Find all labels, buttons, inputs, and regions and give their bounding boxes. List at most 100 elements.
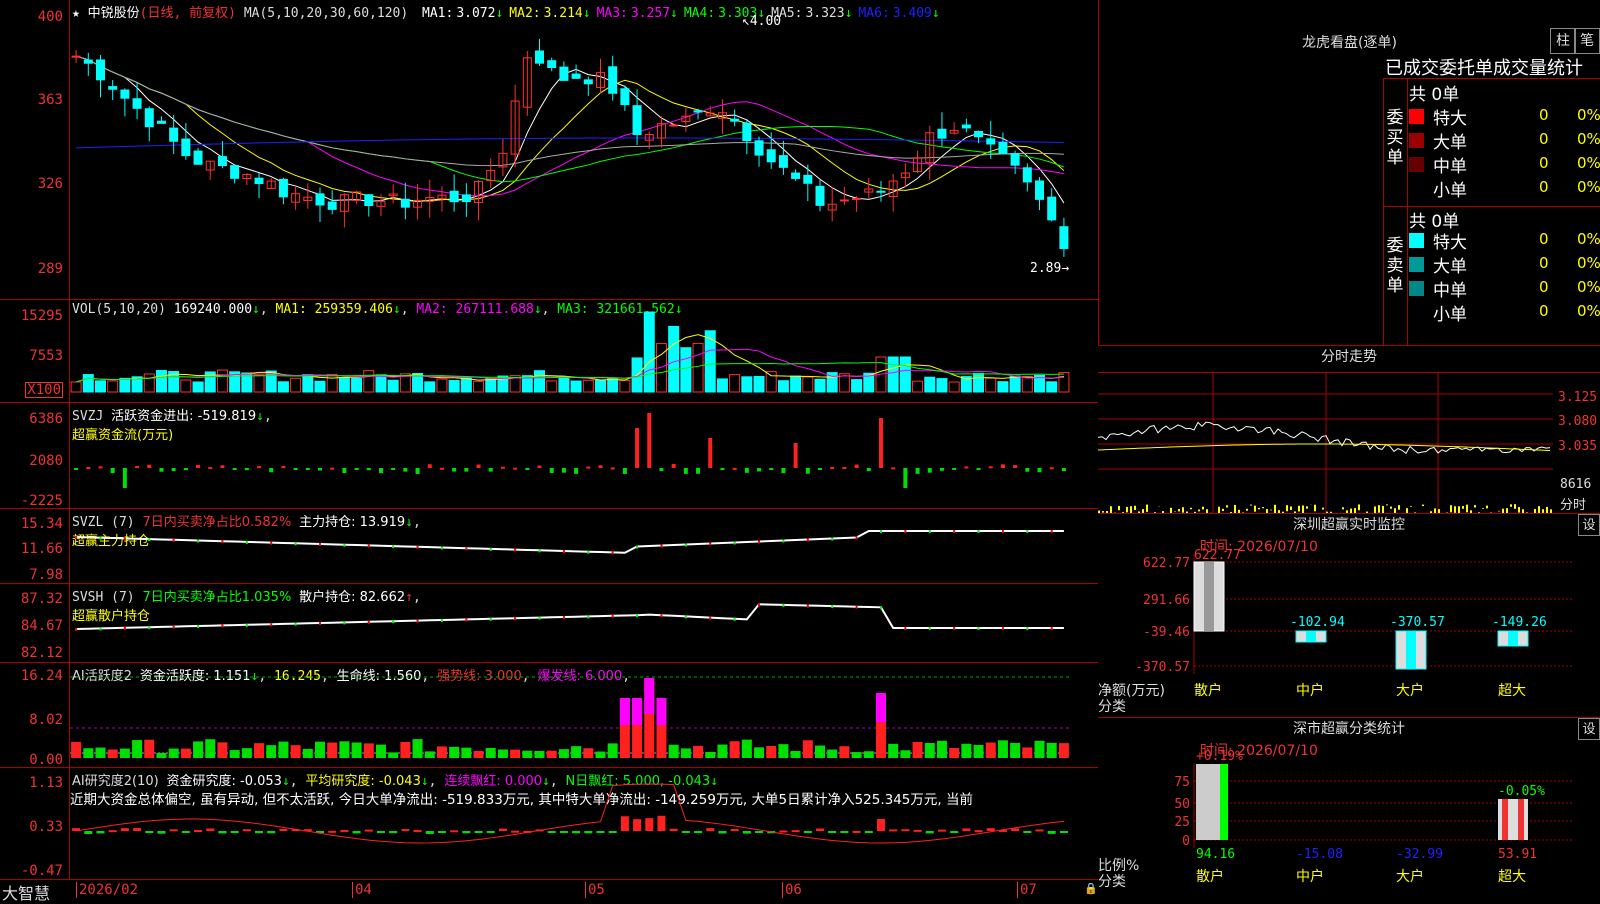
main-force-holding-line[interactable] <box>70 509 1098 584</box>
intraday-panel[interactable]: 分时走势 3.125 3.080 3.035 8616 分时 <box>1098 345 1600 513</box>
money-flow-bars[interactable] <box>70 403 1098 509</box>
classify-panel[interactable]: 深市超赢分类统计 设 时间: 2026/07/10 7550250+0.19%-… <box>1098 717 1600 900</box>
kline-chart[interactable]: ↖4.00 2.89→ <box>70 0 1098 299</box>
activity-bar-top <box>644 678 654 714</box>
activity-bar-top <box>656 698 666 725</box>
candle-body <box>584 80 592 84</box>
activity-bar <box>376 745 386 758</box>
research-bar <box>901 829 909 831</box>
volume-panel[interactable]: 15295 7553 X100 VOL(5,10,20) 169240.000↓… <box>0 300 1098 403</box>
candle-body <box>779 156 787 168</box>
svzj-y-axis: 6386 2080 -2225 <box>0 403 70 508</box>
svzj-panel[interactable]: 6386 2080 -2225 SVZJ 活跃资金进出: -519.819↓, … <box>0 403 1098 509</box>
order-pct: 0% <box>1577 230 1600 248</box>
activity-bar <box>803 740 813 758</box>
ai-research-panel[interactable]: 1.13 0.33 -0.47 AI研究度2(10) 资金研究度: -0.053… <box>0 768 1098 880</box>
x-label: 07 <box>1017 882 1037 898</box>
research-bar <box>450 830 458 832</box>
holding-dot <box>441 619 443 622</box>
monitor-panel[interactable]: 深圳超赢实时监控 设 时间: 2026/07/10 622.77291.66-3… <box>1098 513 1600 717</box>
holding-dot <box>173 626 175 629</box>
classify-category: 中户 <box>1296 868 1324 885</box>
monitor-value: 622.77 <box>1194 548 1241 563</box>
flow-bar <box>574 468 578 474</box>
vol-chart[interactable] <box>70 300 1098 402</box>
candle-body <box>365 195 373 206</box>
ai-activity-chart[interactable] <box>70 663 1098 767</box>
y-label: 25 <box>1174 815 1190 830</box>
volume-bar <box>535 371 545 392</box>
activity-bar-top <box>876 693 886 722</box>
volume-bar <box>559 378 569 392</box>
research-bar <box>853 831 861 833</box>
holding-dot <box>880 606 882 609</box>
net-amount-chart[interactable]: 622.77291.66-39.46-370.57622.77散户-102.94… <box>1098 514 1600 718</box>
classify-category: 大户 <box>1396 868 1424 885</box>
volume-bar <box>925 377 935 392</box>
flow-bar <box>464 468 468 472</box>
research-bar <box>218 831 226 833</box>
holding-dot <box>124 537 126 540</box>
flow-bar <box>172 468 176 471</box>
flow-bar <box>830 467 834 469</box>
volume-bar <box>1059 373 1069 392</box>
activity-bar <box>339 741 349 758</box>
monitor-bar-core <box>1406 631 1416 669</box>
flow-bar <box>818 468 822 470</box>
flow-bar <box>696 468 700 474</box>
research-bar <box>206 828 214 831</box>
legend-swatch <box>1409 133 1424 148</box>
retail-holding-line[interactable] <box>70 584 1098 663</box>
research-bar <box>377 831 385 833</box>
kline-panel[interactable]: 400 363 326 289 ★ 中锐股份(日线, 前复权) MA(5,10,… <box>0 0 1098 300</box>
candle-body <box>1011 154 1019 165</box>
intraday-price: 3.035 <box>1558 439 1597 454</box>
candle-body <box>133 99 141 109</box>
holding-dot <box>246 541 248 544</box>
y-label: 82.12 <box>21 646 63 660</box>
brand-label: 大智慧 <box>2 880 50 904</box>
flow-bar <box>659 468 663 471</box>
holding-dot <box>490 618 492 621</box>
svzl-chart[interactable] <box>70 509 1098 583</box>
svzl-panel[interactable]: 15.34 11.66 7.98 SVZL (7) 7日内买卖净占比0.582%… <box>0 509 1098 584</box>
holding-dot <box>392 545 394 548</box>
holding-dot <box>831 538 833 541</box>
research-bar <box>792 830 800 832</box>
ai-activity-panel[interactable]: 16.24 8.02 0.00 AI活跃度2 资金活跃度: 1.151↓, 16… <box>0 663 1098 768</box>
candlestick-chart[interactable] <box>70 0 1098 300</box>
flow-bar <box>147 465 151 468</box>
intraday-avg-line <box>1098 444 1550 451</box>
flow-bar <box>757 468 761 471</box>
lock-icon[interactable]: 🔒 <box>1084 882 1098 895</box>
activity-bar <box>1022 747 1032 758</box>
activity-bars[interactable] <box>70 663 1098 768</box>
flow-bar <box>684 468 688 474</box>
y-label: 400 <box>38 10 63 24</box>
research-bars[interactable] <box>70 768 1098 880</box>
intraday-chart[interactable] <box>1098 372 1600 514</box>
ratio-chart[interactable]: 7550250+0.19%-0.05%94.16散户-15.08中户-32.99… <box>1098 718 1600 901</box>
svsh-chart[interactable] <box>70 584 1098 662</box>
research-bar <box>1060 831 1068 833</box>
flow-bar <box>294 468 298 470</box>
tick-mode-button[interactable]: 笔 <box>1574 28 1600 54</box>
intraday-vol-bar <box>1498 511 1500 512</box>
candle-body <box>1036 181 1044 199</box>
bar-mode-button[interactable]: 柱 <box>1550 28 1576 54</box>
svzj-chart[interactable] <box>70 403 1098 508</box>
dragon-title: 龙虎看盘(逐单) <box>1099 32 1600 52</box>
y-label: 1.13 <box>29 776 63 790</box>
activity-bar <box>181 749 191 758</box>
flow-bar <box>916 468 920 474</box>
x-label: 2026/02 <box>76 882 138 898</box>
activity-bar <box>108 750 118 758</box>
volume-bars[interactable] <box>70 300 1098 403</box>
svsh-panel[interactable]: 87.32 84.67 82.12 SVSH (7) 7日内买卖净占比1.035… <box>0 584 1098 663</box>
flow-bar <box>806 468 810 474</box>
ai-research-chart[interactable] <box>70 768 1098 879</box>
volume-bar <box>364 371 374 392</box>
order-size-label: 小单 <box>1433 176 1467 201</box>
research-bar <box>475 831 483 833</box>
holding-dot <box>514 549 516 552</box>
